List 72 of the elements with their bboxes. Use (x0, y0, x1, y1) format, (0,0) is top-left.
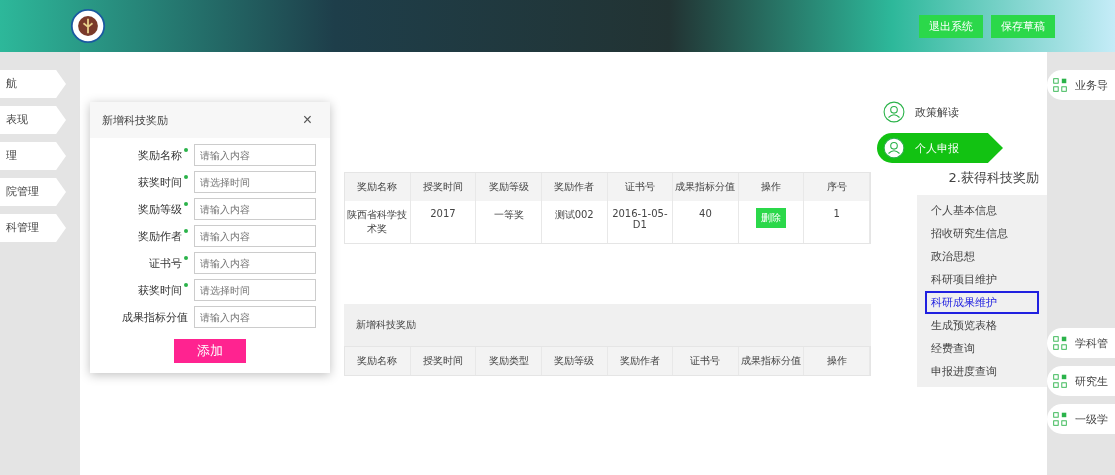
submenu-item[interactable]: 招收研究生信息 (925, 222, 1039, 245)
field-label: 成果指标分值 (121, 309, 188, 325)
nav-item[interactable]: 航 (0, 70, 66, 98)
column-header: 奖励名称 (345, 347, 411, 375)
section-title: 2.获得科技奖励 (948, 169, 1040, 187)
column-header: 奖励类型 (476, 347, 542, 375)
table-cell: 40 (673, 201, 739, 243)
field-label: 获奖时间 (104, 174, 188, 190)
grid-icon (1051, 372, 1069, 390)
column-header: 成果指标分值 (738, 347, 805, 375)
submenu-item[interactable]: 生成预览表格 (925, 314, 1039, 337)
column-header: 证书号 (607, 173, 674, 201)
column-header: 操作 (804, 347, 870, 375)
input-field[interactable]: 请输入内容 (194, 306, 316, 328)
nav-item[interactable]: 一级学 (1047, 404, 1115, 434)
nav-item[interactable]: 理 (0, 142, 66, 170)
nav-label: 一级学 (1075, 411, 1108, 427)
column-header: 操作 (738, 173, 805, 201)
nav-item[interactable]: 研究生 (1047, 366, 1115, 396)
nav-item[interactable]: 院管理 (0, 178, 66, 206)
table-cell: 1 (804, 201, 870, 243)
menu-label: 政策解读 (915, 104, 959, 120)
field-label: 奖励等级 (104, 201, 188, 217)
field-label: 获奖时间 (104, 282, 188, 298)
column-header: 奖励作者 (607, 347, 674, 375)
submenu-item[interactable]: 科研成果维护 (925, 291, 1039, 314)
column-header: 证书号 (673, 347, 739, 375)
column-header: 序号 (804, 173, 870, 201)
nav-item[interactable]: 业务导 (1047, 70, 1115, 100)
close-button[interactable]: × (296, 110, 318, 130)
nav-label: 学科管 (1075, 335, 1108, 351)
grid-icon (1051, 76, 1069, 94)
dialog-title: 新增科技奖励 (102, 112, 168, 128)
input-field[interactable]: 请选择时间 (194, 279, 316, 301)
menu-label: 个人申报 (915, 140, 959, 156)
submenu-item[interactable]: 经费查询 (925, 337, 1039, 360)
table-cell: 2016-1-05-D1 (607, 201, 674, 243)
column-header: 奖励等级 (476, 173, 542, 201)
input-field[interactable]: 请输入内容 (194, 252, 316, 274)
field-label: 证书号 (104, 255, 188, 271)
table-cell: 测试002 (541, 201, 608, 243)
column-header: 成果指标分值 (673, 173, 739, 201)
field-label: 奖励作者 (104, 228, 188, 244)
column-header: 奖励名称 (345, 173, 411, 201)
input-field[interactable]: 请输入内容 (194, 144, 316, 166)
nav-item[interactable]: 科管理 (0, 214, 66, 242)
grid-icon (1051, 334, 1069, 352)
submenu-item[interactable]: 政治思想 (925, 245, 1039, 268)
input-field[interactable]: 请选择时间 (194, 171, 316, 193)
grid-icon (1051, 410, 1069, 428)
submenu-item[interactable]: 个人基本信息 (925, 199, 1039, 222)
section-label: 新增科技奖励 (356, 319, 416, 330)
nav-label: 研究生 (1075, 373, 1108, 389)
emblem-icon (70, 8, 106, 44)
submenu-item[interactable]: 申报进度查询 (925, 360, 1039, 383)
column-header: 奖励等级 (541, 347, 608, 375)
field-label: 奖励名称 (104, 147, 188, 163)
input-field[interactable]: 请输入内容 (194, 225, 316, 247)
nav-label: 业务导 (1075, 77, 1108, 93)
table-cell: 陕西省科学技术奖 (345, 201, 411, 243)
add-button[interactable]: 添加 (174, 339, 246, 363)
table-cell: 2017 (410, 201, 477, 243)
column-header: 授奖时间 (410, 173, 477, 201)
user-icon (883, 137, 905, 159)
nav-item[interactable]: 表现 (0, 106, 66, 134)
submenu-item[interactable]: 科研项目维护 (925, 268, 1039, 291)
column-header: 奖励作者 (541, 173, 608, 201)
table-cell: 一等奖 (476, 201, 542, 243)
nav-item[interactable]: 学科管 (1047, 328, 1115, 358)
user-icon (883, 101, 905, 123)
input-field[interactable]: 请输入内容 (194, 198, 316, 220)
column-header: 授奖时间 (410, 347, 477, 375)
